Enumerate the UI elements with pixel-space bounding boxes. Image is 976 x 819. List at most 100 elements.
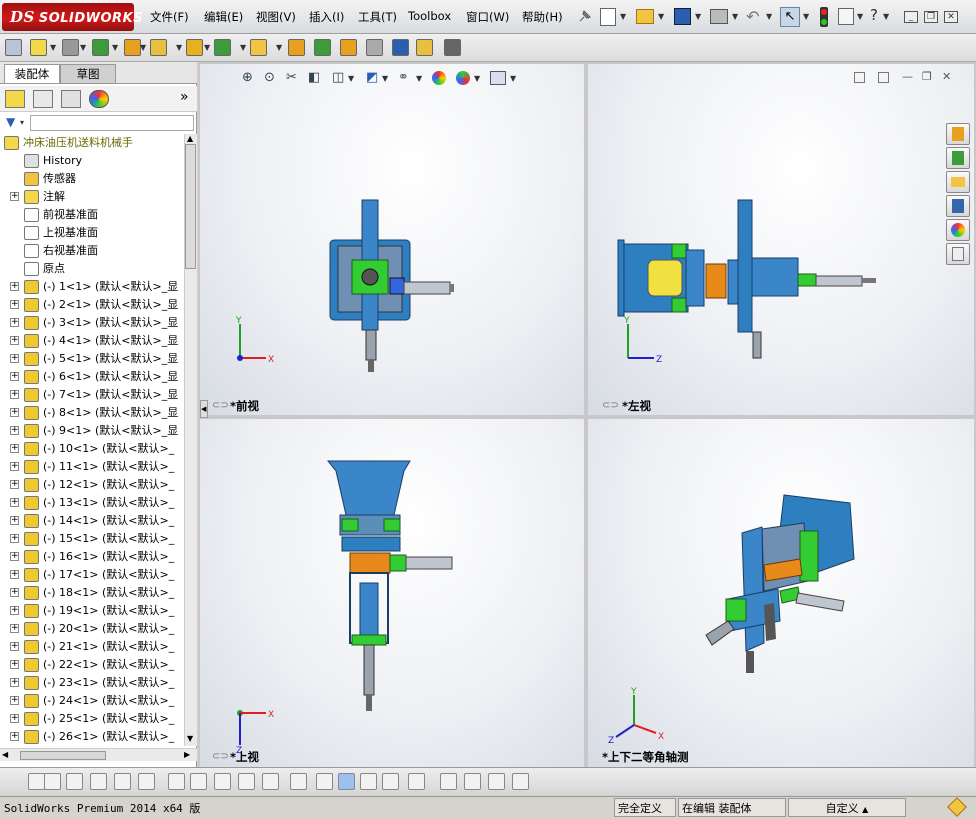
tree-item[interactable]: + (-) 9<1> (默认<默认>_显 [0, 422, 184, 440]
close-window-icon[interactable]: ✕ [944, 11, 958, 23]
expand-toggle-icon[interactable]: + [10, 426, 19, 435]
chevron-down-icon[interactable]: ▼ [695, 12, 701, 21]
polygon-icon[interactable] [66, 773, 83, 790]
print-icon[interactable] [710, 9, 728, 24]
expand-toggle-icon[interactable]: + [10, 462, 19, 471]
hide-show-items-icon[interactable]: ⚭ [398, 70, 409, 85]
scroll-left-icon[interactable]: ◀ [2, 750, 8, 759]
menu-item-6[interactable]: 窗口(W) [466, 9, 509, 25]
move-component-icon[interactable] [150, 39, 167, 56]
solidworks-logo[interactable]: DS SOLIDWORKS [2, 3, 143, 31]
tree-item[interactable]: + (-) 26<1> (默认<默认>_ [0, 728, 184, 746]
tree-horizontal-scrollbar[interactable]: ◀ ▶ [0, 748, 197, 761]
tree-root-assembly[interactable]: 冲床油压机送料机械手 [0, 134, 184, 152]
tree-item[interactable]: + (-) 19<1> (默认<默认>_ [0, 602, 184, 620]
chevron-down-icon[interactable]: ▼ [112, 43, 118, 52]
expand-toggle-icon[interactable]: + [10, 714, 19, 723]
property-manager-icon[interactable] [33, 90, 53, 108]
menu-item-0[interactable]: 文件(F) [150, 9, 189, 25]
new-motion-study-icon[interactable] [288, 39, 305, 56]
tree-item[interactable]: + (-) 2<1> (默认<默认>_显 [0, 296, 184, 314]
apply-scene-icon[interactable] [456, 71, 470, 85]
display-style-icon[interactable]: ◩ [366, 70, 378, 85]
section-icon[interactable] [316, 773, 333, 790]
expand-toggle-icon[interactable]: + [10, 498, 19, 507]
chevron-down-icon[interactable]: ▼ [276, 43, 282, 52]
chevron-down-icon[interactable]: ▼ [416, 74, 422, 83]
expand-toggle-icon[interactable]: + [10, 570, 19, 579]
chevron-down-icon[interactable]: ▼ [803, 12, 809, 21]
tree-item[interactable]: + (-) 23<1> (默认<默认>_ [0, 674, 184, 692]
graphics-area[interactable]: Y X ⊂⊃ *前视 ⊕ ⊙ ✂ ◧ ◫ ▼ ◩ ▼ ⚭ ▼ ▼ ▼ ◀ Y Z… [198, 62, 976, 767]
chevron-down-icon[interactable]: ▼ [348, 74, 354, 83]
tree-item[interactable]: + (-) 21<1> (默认<默认>_ [0, 638, 184, 656]
exploded-view-icon[interactable] [340, 39, 357, 56]
viewport-top[interactable]: X Z ⊂⊃ *上视 [200, 419, 584, 767]
zoom-to-fit-icon[interactable]: ⊕ [242, 70, 253, 85]
expand-toggle-icon[interactable]: + [10, 390, 19, 399]
expand-toggle-icon[interactable]: + [10, 678, 19, 687]
view-settings-icon[interactable] [490, 71, 506, 85]
edit-appearance-icon[interactable] [432, 71, 446, 85]
expand-toggle-icon[interactable]: + [10, 606, 19, 615]
feature-manager-icon[interactable] [5, 90, 25, 108]
tree-scroll-thumb[interactable] [185, 144, 196, 269]
solidworks-resources-icon[interactable] [946, 123, 970, 145]
scroll-right-icon[interactable]: ▶ [184, 750, 190, 759]
tag-icon[interactable] [947, 797, 967, 817]
file-explorer-icon[interactable] [946, 171, 970, 193]
tree-item[interactable]: + (-) 10<1> (默认<默认>_ [0, 440, 184, 458]
smart-fasteners-icon[interactable] [124, 39, 141, 56]
expand-toggle-icon[interactable]: + [10, 318, 19, 327]
show-hidden-icon[interactable] [186, 39, 203, 56]
tree-item[interactable]: 上视基准面 [0, 224, 184, 242]
pin-icon[interactable] [578, 9, 592, 26]
help-icon[interactable]: ? [870, 6, 878, 24]
tree-item[interactable]: 前视基准面 [0, 206, 184, 224]
horizontal-scroll-thumb[interactable] [20, 751, 106, 760]
offset-icon[interactable] [214, 773, 231, 790]
chevron-down-icon[interactable]: ▼ [140, 43, 146, 52]
tree-item[interactable]: + 注解 [0, 188, 184, 206]
tile-vertical-icon[interactable] [854, 72, 865, 83]
expand-toggle-icon[interactable]: + [10, 282, 19, 291]
section-view-icon[interactable]: ◧ [308, 70, 320, 85]
display-pane-icon[interactable] [488, 773, 505, 790]
new-part-icon[interactable] [30, 39, 47, 56]
tree-item[interactable]: + (-) 14<1> (默认<默认>_ [0, 512, 184, 530]
tree-item[interactable]: + (-) 24<1> (默认<默认>_ [0, 692, 184, 710]
expand-toggle-icon[interactable]: + [10, 516, 19, 525]
expand-toggle-icon[interactable]: + [10, 408, 19, 417]
grid-icon[interactable] [262, 773, 279, 790]
linear-pattern-icon[interactable] [92, 39, 109, 56]
previous-view-icon[interactable]: ✂ [286, 70, 297, 85]
wireframe-icon[interactable] [360, 773, 377, 790]
layout-icon[interactable] [512, 773, 529, 790]
expand-toggle-icon[interactable]: + [10, 660, 19, 669]
tab-sketch[interactable]: 草图 [60, 64, 116, 83]
chevron-down-icon[interactable]: ▼ [80, 43, 86, 52]
expand-toggle-icon[interactable]: + [10, 372, 19, 381]
scroll-up-icon[interactable]: ▲ [187, 134, 193, 143]
tree-item[interactable]: + (-) 11<1> (默认<默认>_ [0, 458, 184, 476]
expand-toggle-icon[interactable]: + [10, 192, 19, 201]
tree-item[interactable]: + (-) 8<1> (默认<默认>_显 [0, 404, 184, 422]
chevron-down-icon[interactable]: ▼ [240, 43, 246, 52]
tree-item[interactable]: + (-) 7<1> (默认<默认>_显 [0, 386, 184, 404]
expand-toggle-icon[interactable]: + [10, 552, 19, 561]
custom-properties-icon[interactable] [946, 243, 970, 265]
point-icon[interactable] [28, 773, 45, 790]
menu-item-1[interactable]: 编辑(E) [204, 9, 243, 25]
filter-input[interactable] [30, 115, 194, 131]
configuration-manager-icon[interactable] [61, 90, 81, 108]
tree-item[interactable]: 传感器 [0, 170, 184, 188]
chevron-down-icon[interactable]: ▼ [474, 74, 480, 83]
chevron-down-icon[interactable]: ▼ [766, 12, 772, 21]
expand-toggle-icon[interactable]: + [10, 354, 19, 363]
expand-toggle-icon[interactable]: + [10, 588, 19, 597]
expand-toggle-icon[interactable]: + [10, 696, 19, 705]
tree-item[interactable]: 右视基准面 [0, 242, 184, 260]
hole-alignment-icon[interactable] [444, 39, 461, 56]
viewport-isometric[interactable]: Y X Z *上下二等角轴测 [588, 419, 974, 767]
file-properties-icon[interactable] [838, 8, 854, 25]
